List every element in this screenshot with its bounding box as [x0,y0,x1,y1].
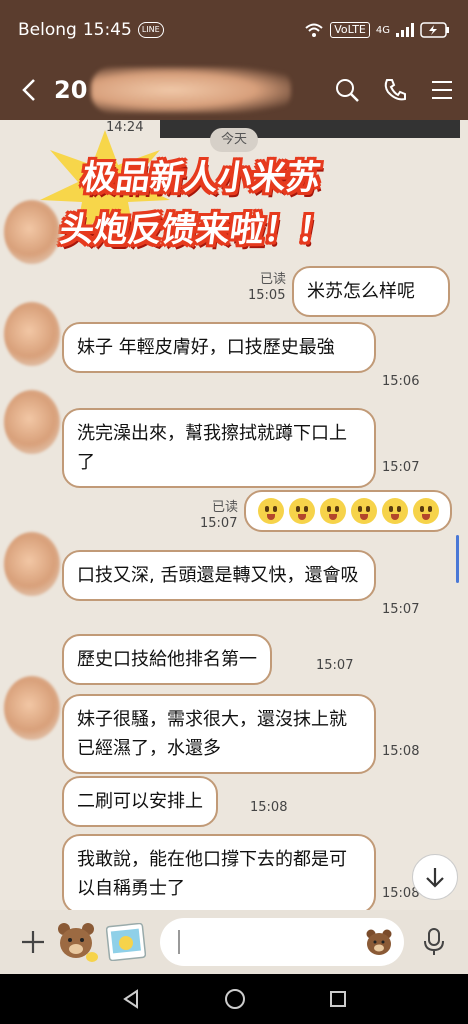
message-bubble-received[interactable]: 口技又深, 舌頭還是轉又快，還會吸 [62,550,376,601]
system-nav-bar [0,974,468,1024]
scroll-to-bottom-button[interactable] [412,854,458,900]
scrollbar-thumb[interactable] [456,535,459,583]
nav-back-icon[interactable] [121,989,141,1009]
message-bubble-received[interactable]: 妹子 年輕皮膚好，口技歷史最強 [62,322,376,373]
banner-headline-2: 头炮反馈来啦！！ [57,210,335,250]
message-time: 15:05 [248,288,286,303]
chevron-left-icon [22,79,35,101]
clock: 15:45 [82,20,132,40]
status-bar: Belong 15:45 LINE VoLTE 4G [0,0,468,60]
shocked-face-icon [257,498,284,524]
message-bubble-received[interactable]: 妹子很騷，需求很大，還沒抹上就已經濕了，水還多 [62,694,376,774]
message-bubble-received[interactable]: 洗完澡出來，幫我擦拭就蹲下口上了 [62,408,376,488]
read-receipt: 已读 [259,272,286,287]
message-bubble-sent[interactable]: 米苏怎么样呢 [292,266,450,317]
read-receipt: 已读 [211,500,238,515]
arrow-down-icon [426,868,444,888]
message-time: 15:08 [250,800,288,815]
menu-icon[interactable] [430,79,454,101]
message-time: 15:07 [200,516,238,531]
previous-image-message[interactable] [160,120,460,138]
chat-title[interactable]: 20 [54,76,87,104]
shocked-face-icon [288,498,315,524]
signal-icon [396,23,414,37]
image-icon[interactable] [106,923,146,961]
chat-message-list[interactable]: 14:24 今天 极品新人小米苏 头炮反馈来啦！！ 已读 15:05 米苏怎么样… [0,120,468,910]
avatar[interactable] [4,200,60,264]
message-time: 15:06 [382,374,420,389]
text-cursor [178,930,180,954]
bear-sticker-icon[interactable] [54,919,100,965]
chat-header: 20 [0,60,468,120]
date-divider: 今天 [210,128,259,152]
avatar[interactable] [4,302,60,366]
message-time: 15:08 [382,886,420,901]
message-input[interactable] [160,918,404,966]
message-bubble-received[interactable]: 二刷可以安排上 [62,776,218,827]
shocked-face-icon [350,498,377,524]
wifi-icon [305,23,323,37]
emoji-message-sent[interactable] [244,490,452,532]
message-time: 15:07 [382,602,420,617]
avatar[interactable] [4,532,60,596]
message-input-bar [0,910,468,974]
avatar[interactable] [4,390,60,454]
message-time: 15:07 [382,460,420,475]
search-icon[interactable] [334,77,360,103]
message-bubble-received[interactable]: 我敢說，能在他口撐下去的都是可以自稱勇士了 [62,834,376,910]
banner-headline-1: 极品新人小米苏 [79,158,323,198]
nav-home-icon[interactable] [224,988,246,1010]
message-time: 15:07 [316,658,354,673]
shocked-face-icon [412,498,439,524]
plus-icon[interactable] [20,929,46,955]
line-app-badge: LINE [137,22,164,38]
redacted-contact-name [91,67,292,113]
avatar[interactable] [4,676,60,740]
microphone-icon[interactable] [422,927,446,957]
volte-badge: VoLTE [330,22,370,38]
back-button[interactable] [14,75,44,105]
carrier-label: Belong [18,20,77,40]
bear-face-icon[interactable] [364,927,394,957]
shocked-face-icon [319,498,346,524]
nav-recents-icon[interactable] [329,990,347,1008]
message-time: 15:08 [382,744,420,759]
shocked-face-icon [381,498,408,524]
network-type: 4G [375,24,390,36]
message-bubble-received[interactable]: 歷史口技給他排名第一 [62,634,272,685]
battery-icon [420,22,449,38]
phone-icon[interactable] [382,77,408,103]
